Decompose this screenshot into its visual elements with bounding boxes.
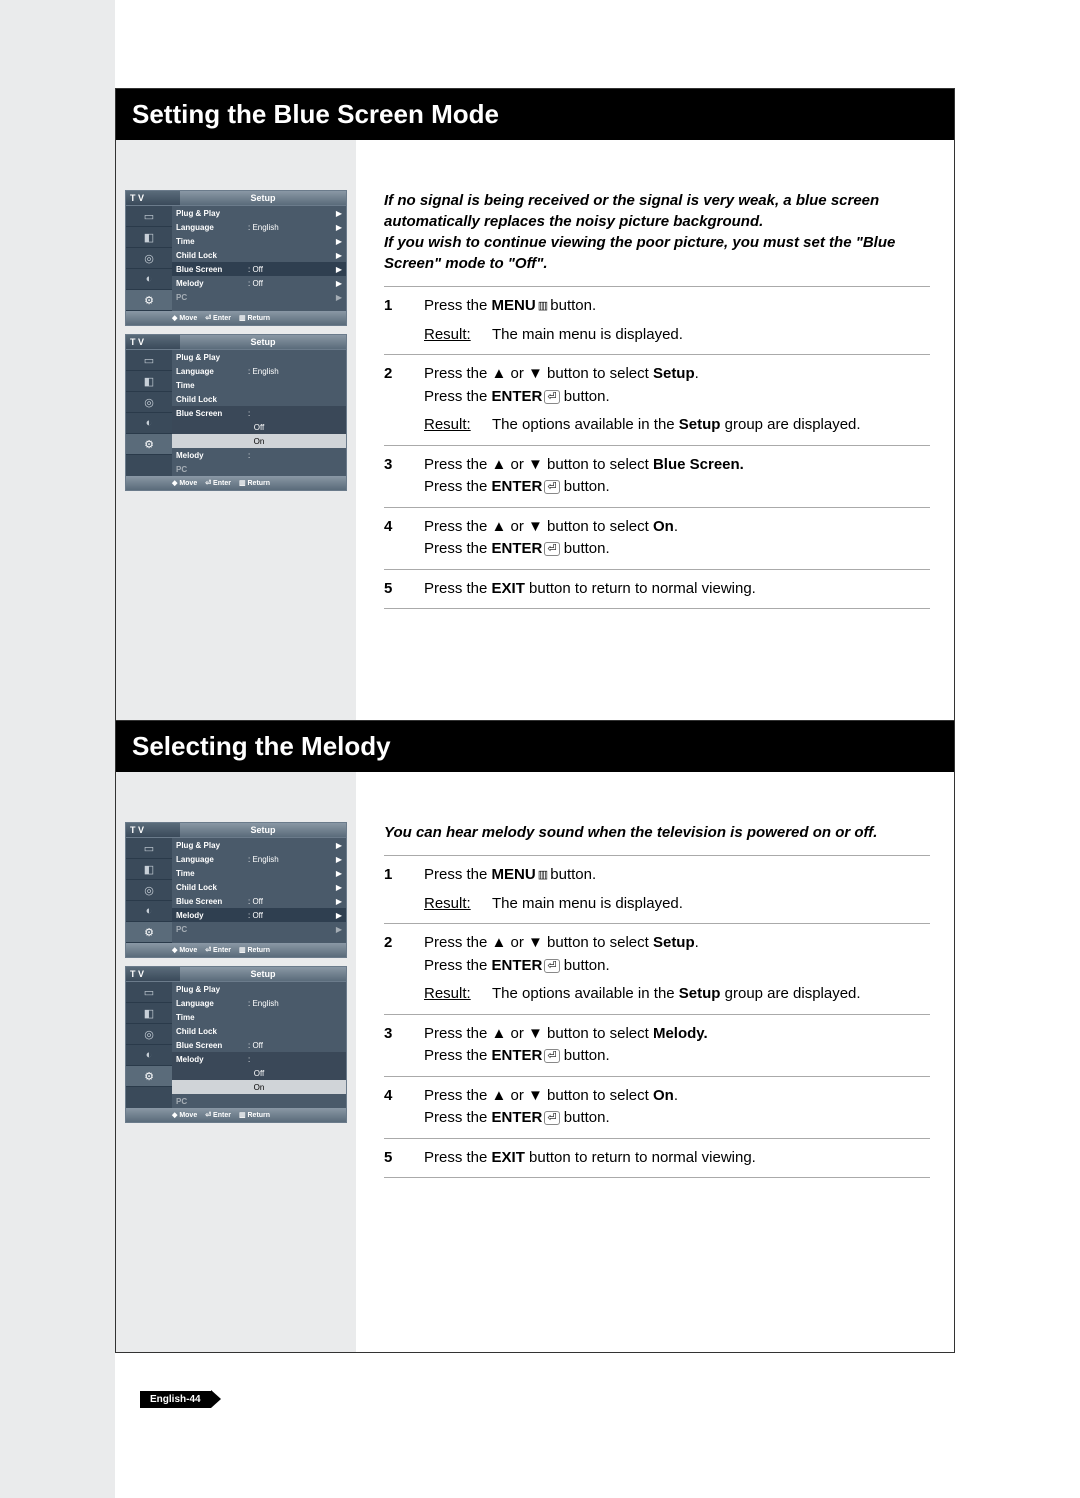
- enter-icon: ⏎: [544, 959, 559, 973]
- separator: [384, 1014, 930, 1015]
- intro-text: If no signal is being received or the si…: [384, 190, 930, 274]
- step: 4 Press the ▲ or ▼ button to select On.P…: [384, 516, 930, 561]
- enter-icon: ⏎: [544, 1049, 559, 1063]
- separator: [384, 1138, 930, 1139]
- steps-list: 1 Press the MENU▥ button.Result:The main…: [384, 295, 930, 609]
- step-text: Press the EXIT button to return to norma…: [424, 1147, 930, 1170]
- step: 2 Press the ▲ or ▼ button to select Setu…: [384, 932, 930, 1006]
- enter-icon: ⏎: [544, 480, 559, 494]
- separator: [384, 569, 930, 570]
- separator: [384, 507, 930, 508]
- step-number: 2: [384, 932, 424, 1006]
- instructions-column: If no signal is being received or the si…: [356, 140, 954, 720]
- step-text: Press the ▲ or ▼ button to select Setup.…: [424, 932, 930, 1006]
- step: 4 Press the ▲ or ▼ button to select On.P…: [384, 1085, 930, 1130]
- enter-icon: ⏎: [544, 1111, 559, 1125]
- steps-list: 1 Press the MENU▥ button.Result:The main…: [384, 864, 930, 1178]
- step-number: 3: [384, 1023, 424, 1068]
- separator: [384, 1177, 930, 1178]
- step-number: 5: [384, 578, 424, 601]
- section-title: Selecting the Melody: [116, 720, 954, 772]
- step-number: 3: [384, 454, 424, 499]
- osd-menu: T VSetup ▭◧◎◐⚙Plug & Play▶Language: Engl…: [125, 190, 347, 326]
- section-body: T VSetup ▭◧◎◐⚙Plug & Play▶Language: Engl…: [116, 772, 954, 1352]
- step-text: Press the ▲ or ▼ button to select Blue S…: [424, 454, 930, 499]
- step: 1 Press the MENU▥ button.Result:The main…: [384, 864, 930, 915]
- step-number: 4: [384, 516, 424, 561]
- section-body: T VSetup ▭◧◎◐⚙Plug & Play▶Language: Engl…: [116, 140, 954, 720]
- separator: [384, 445, 930, 446]
- step: 3 Press the ▲ or ▼ button to select Melo…: [384, 1023, 930, 1068]
- step: 3 Press the ▲ or ▼ button to select Blue…: [384, 454, 930, 499]
- separator: [384, 286, 930, 287]
- step-text: Press the ▲ or ▼ button to select Setup.…: [424, 363, 930, 437]
- intro-text: You can hear melody sound when the telev…: [384, 822, 930, 843]
- step: 5 Press the EXIT button to return to nor…: [384, 1147, 930, 1170]
- separator: [384, 608, 930, 609]
- step-text: Press the ▲ or ▼ button to select On.Pre…: [424, 516, 930, 561]
- osd-menu: T VSetup ▭◧◎◐⚙Plug & PlayLanguage: Engli…: [125, 966, 347, 1123]
- osd-menu: T VSetup ▭◧◎◐⚙Plug & PlayLanguage: Engli…: [125, 334, 347, 491]
- osd-column: T VSetup ▭◧◎◐⚙Plug & Play▶Language: Engl…: [116, 772, 356, 1352]
- step: 2 Press the ▲ or ▼ button to select Setu…: [384, 363, 930, 437]
- section-title: Setting the Blue Screen Mode: [116, 88, 954, 140]
- osd-menu: T VSetup ▭◧◎◐⚙Plug & Play▶Language: Engl…: [125, 822, 347, 958]
- separator: [384, 1076, 930, 1077]
- separator: [384, 354, 930, 355]
- menu-icon: ▥: [538, 298, 546, 315]
- page-number-triangle-icon: [211, 1390, 221, 1408]
- enter-icon: ⏎: [544, 390, 559, 404]
- step-number: 4: [384, 1085, 424, 1130]
- step-text: Press the ▲ or ▼ button to select On.Pre…: [424, 1085, 930, 1130]
- step-text: Press the MENU▥ button.Result:The main m…: [424, 864, 930, 915]
- content-frame: Setting the Blue Screen Mode T VSetup ▭◧…: [115, 88, 955, 1353]
- step-text: Press the EXIT button to return to norma…: [424, 578, 930, 601]
- step-text: Press the MENU▥ button.Result:The main m…: [424, 295, 930, 346]
- instructions-column: You can hear melody sound when the telev…: [356, 772, 954, 1352]
- enter-icon: ⏎: [544, 542, 559, 556]
- page-number-label: English-44: [140, 1391, 211, 1408]
- separator: [384, 923, 930, 924]
- manual-page: Setting the Blue Screen Mode T VSetup ▭◧…: [0, 0, 1080, 1498]
- menu-icon: ▥: [538, 867, 546, 884]
- step: 5 Press the EXIT button to return to nor…: [384, 578, 930, 601]
- step-text: Press the ▲ or ▼ button to select Melody…: [424, 1023, 930, 1068]
- left-margin: [0, 0, 115, 1498]
- step-number: 1: [384, 295, 424, 346]
- separator: [384, 855, 930, 856]
- step: 1 Press the MENU▥ button.Result:The main…: [384, 295, 930, 346]
- step-number: 2: [384, 363, 424, 437]
- osd-column: T VSetup ▭◧◎◐⚙Plug & Play▶Language: Engl…: [116, 140, 356, 720]
- page-number: English-44: [140, 1390, 221, 1408]
- step-number: 1: [384, 864, 424, 915]
- step-number: 5: [384, 1147, 424, 1170]
